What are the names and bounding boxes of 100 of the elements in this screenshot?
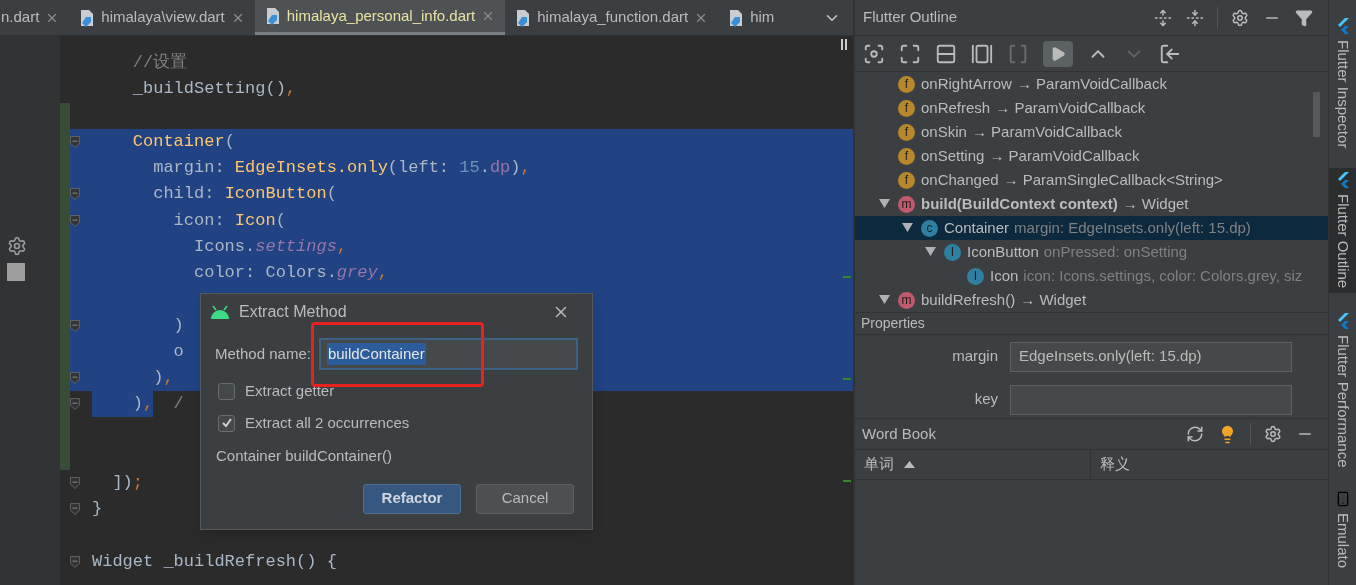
outline-item-label: onSkin [921, 121, 967, 142]
editor-tab[interactable]: himalaya_function.dart [505, 0, 719, 35]
outline-tree-item[interactable]: m build(BuildContext context) → Widget [855, 192, 1328, 216]
column-header[interactable]: 单词 [855, 450, 1091, 479]
expanded-triangle-icon[interactable] [879, 199, 890, 209]
method-signature: Container buildContainer() [216, 446, 393, 466]
editor-tab[interactable]: n.dart [0, 0, 70, 35]
color-swatch-icon [7, 263, 25, 281]
property-field[interactable] [1010, 384, 1292, 415]
outline-kind-icon: f [898, 123, 915, 141]
frame-icon[interactable] [899, 42, 921, 65]
outline-tree-item[interactable]: f onSetting → ParamVoidCallback [855, 144, 1328, 168]
panel-title: Word Book [862, 423, 936, 444]
center-focus-icon[interactable] [863, 42, 885, 65]
checkbox[interactable] [218, 414, 235, 432]
outline-tree-item[interactable]: f onRightArrow → ParamVoidCallback [855, 72, 1328, 96]
show-preview-icon[interactable] [1043, 40, 1073, 67]
cancel-button[interactable]: Cancel [476, 483, 574, 514]
outline-kind-icon: m [898, 291, 915, 309]
code-line: o [172, 340, 184, 363]
panel-title: Flutter Outline [863, 7, 958, 28]
scrollbar-thumb[interactable] [1313, 92, 1320, 137]
outline-tree-item[interactable]: f onSkin → ParamVoidCallback [855, 120, 1328, 144]
column-icon[interactable] [935, 42, 957, 65]
outline-item-label: onRightArrow [921, 73, 1012, 94]
outline-kind-icon: f [898, 171, 915, 189]
outline-kind-icon: m [898, 195, 915, 213]
code-line: _buildSetting(), [131, 78, 297, 101]
fold-marker-icon[interactable] [70, 134, 80, 149]
code-line: color: Colors.grey, [193, 262, 388, 285]
outline-item-label: onRefresh [921, 97, 991, 118]
outline-return-type: → ParamSingleCallback<String> [1003, 169, 1223, 190]
code-line: icon: Icon( [172, 209, 286, 232]
code-line: //设置 [131, 52, 188, 75]
dialog-title: Extract Method [239, 302, 347, 322]
fold-marker-icon[interactable] [70, 554, 80, 569]
outline-kind-icon: c [921, 219, 938, 237]
checkbox-label: Extract all 2 occurrences [245, 412, 410, 433]
editor-tab[interactable]: him [718, 0, 785, 35]
extract-icon[interactable] [1159, 42, 1181, 65]
pause-icon [841, 39, 847, 50]
expanded-triangle-icon[interactable] [902, 223, 913, 233]
editor-tab[interactable]: himalaya_personal_info.dart [254, 0, 506, 35]
settings-icon[interactable] [1264, 425, 1282, 443]
outline-tree-item[interactable]: I IconButton onPressed: onSetting [855, 240, 1328, 264]
fold-marker-icon[interactable] [70, 502, 80, 517]
outline-item-label: Container [944, 217, 1010, 238]
dart-file-icon [728, 8, 745, 27]
code-line: ), / [92, 391, 184, 418]
outline-return-type: → ParamVoidCallback [1016, 73, 1167, 94]
code-line: Container( [131, 130, 235, 153]
side-tool-tab[interactable]: Flutter Performance [1329, 308, 1356, 472]
fold-marker-icon[interactable] [70, 476, 80, 491]
refresh-icon[interactable] [1186, 425, 1204, 443]
outline-item-label: Icon [990, 265, 1019, 286]
code-line: child: IconButton( [152, 183, 337, 206]
outline-tree-item[interactable]: f onRefresh → ParamVoidCallback [855, 96, 1328, 120]
column-header[interactable]: 释义 [1091, 450, 1327, 479]
filter-icon[interactable] [1295, 8, 1313, 27]
fold-marker-icon[interactable] [70, 187, 80, 202]
checkbox[interactable] [218, 382, 235, 400]
outline-item-detail: icon: Icons.settings, color: Colors.grey, siz [1023, 265, 1303, 286]
outline-kind-icon: I [967, 267, 984, 285]
fold-marker-icon[interactable] [70, 213, 80, 228]
section-title: Properties [855, 313, 1328, 335]
side-tool-tab[interactable]: Flutter Inspector [1329, 14, 1356, 153]
code-line: margin: EdgeInsets.only(left: 15.dp), [152, 157, 531, 180]
expand-all-icon[interactable] [1154, 8, 1172, 27]
android-icon [209, 305, 231, 319]
side-tool-tab[interactable]: Flutter Outline [1329, 168, 1356, 293]
outline-return-type: → ParamVoidCallback [989, 145, 1140, 166]
refactor-button[interactable]: Refactor [363, 483, 461, 514]
outline-return-type: → ParamVoidCallback [971, 121, 1122, 142]
collapse-all-icon[interactable] [1186, 8, 1204, 27]
property-field[interactable]: EdgeInsets.only(left: 15.dp) [1010, 341, 1292, 372]
fold-marker-icon[interactable] [70, 371, 80, 386]
side-tool-tab[interactable]: Emulato [1329, 487, 1356, 573]
outline-tree-item[interactable]: I Icon icon: Icons.settings, color: Colors.grey, siz [855, 264, 1328, 288]
outline-item-label: buildRefresh() [921, 289, 1016, 310]
method-name-field[interactable]: buildContainer [318, 338, 578, 370]
settings-icon[interactable] [1231, 8, 1249, 27]
checkbox-label: Extract getter [245, 380, 335, 401]
code-line: } [92, 498, 103, 521]
method-name-label: Method name: [215, 343, 311, 364]
fold-marker-icon[interactable] [70, 318, 80, 333]
outline-kind-icon: f [898, 75, 915, 93]
dart-file-icon [264, 7, 281, 25]
outline-tree-item[interactable]: m buildRefresh() → Widget [855, 288, 1328, 312]
row-icon[interactable] [971, 42, 993, 65]
editor-tab[interactable]: himalaya\view.dart [69, 0, 255, 35]
fold-marker-icon[interactable] [70, 397, 80, 412]
expanded-triangle-icon[interactable] [925, 247, 936, 257]
dart-file-icon [515, 8, 532, 27]
outline-tree-item[interactable]: f onChanged → ParamSingleCallback<String> [855, 168, 1328, 192]
outline-item-label: onChanged [921, 169, 999, 190]
code-line: Icons.settings, [193, 235, 348, 258]
expanded-triangle-icon[interactable] [879, 295, 890, 305]
outline-tree-item[interactable]: c Container margin: EdgeInsets.only(left: 15.dp) [855, 216, 1328, 240]
outline-return-type: → Widget [1020, 289, 1087, 310]
outline-item-detail: margin: EdgeInsets.only(left: 15.dp) [1014, 217, 1251, 238]
